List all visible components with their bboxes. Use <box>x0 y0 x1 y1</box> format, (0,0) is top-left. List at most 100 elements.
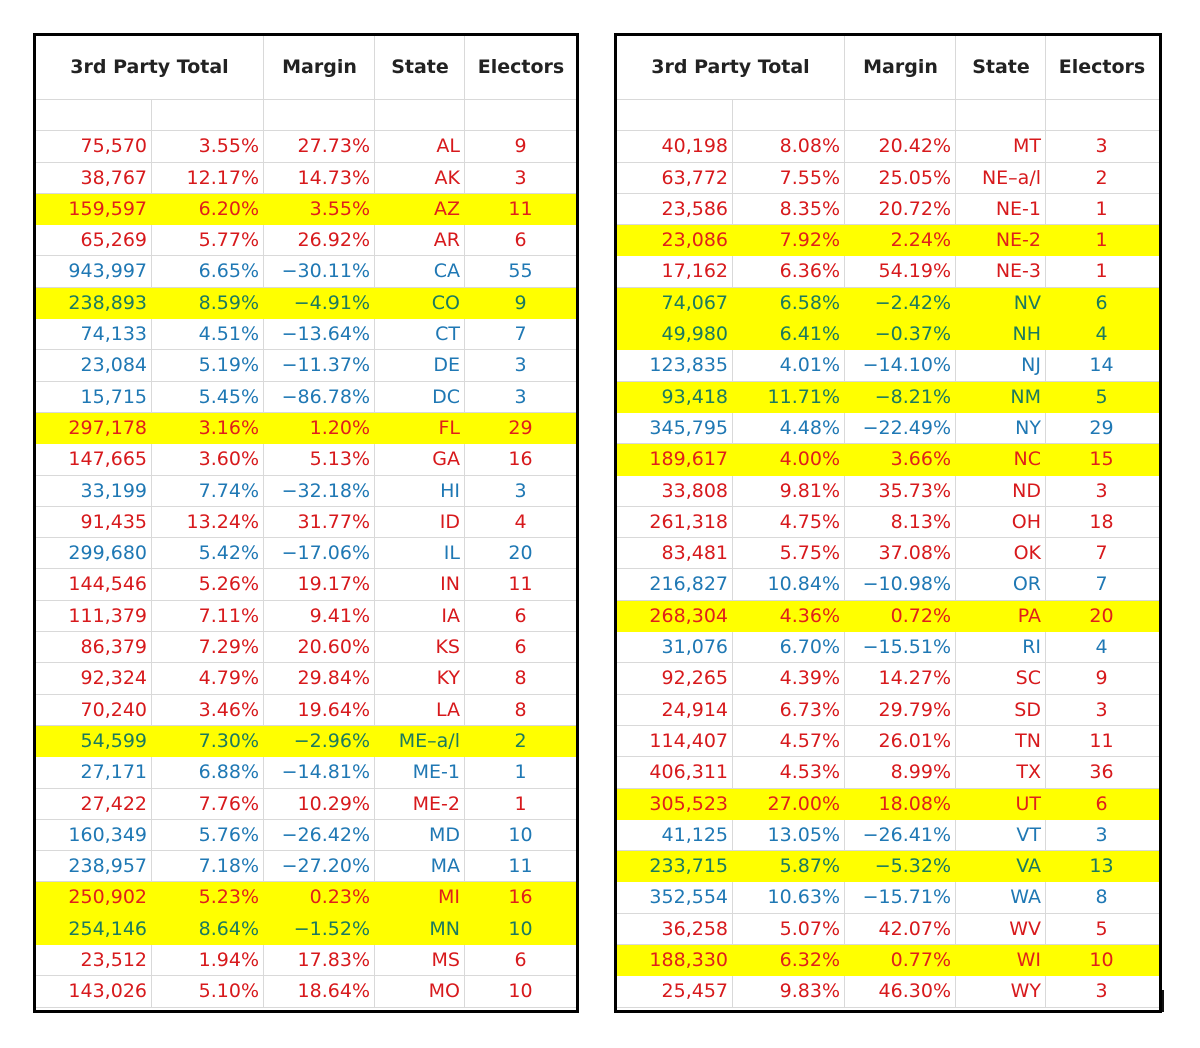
margin-cell[interactable]: −2.96% <box>263 725 374 757</box>
percent-cell[interactable]: 7.30% <box>151 725 263 757</box>
electors-cell[interactable]: 6 <box>464 945 576 977</box>
votes-cell[interactable]: 86,379 <box>36 632 151 663</box>
electors-cell[interactable]: 1 <box>464 788 576 820</box>
state-cell[interactable]: NE–a/l <box>955 162 1045 194</box>
votes-cell[interactable]: 299,680 <box>36 538 151 569</box>
state-cell[interactable]: MT <box>955 131 1045 163</box>
percent-cell[interactable]: 5.10% <box>151 976 263 1008</box>
percent-cell[interactable]: 11.71% <box>732 381 844 413</box>
margin-cell[interactable]: −11.37% <box>263 350 374 382</box>
electors-cell[interactable]: 11 <box>464 193 576 225</box>
percent-cell[interactable]: 7.55% <box>732 162 844 194</box>
state-cell[interactable]: ME-2 <box>374 788 464 820</box>
percent-cell[interactable]: 8.08% <box>732 131 844 163</box>
votes-cell[interactable]: 189,617 <box>617 444 732 475</box>
percent-cell[interactable]: 6.73% <box>732 694 844 726</box>
electors-cell[interactable]: 1 <box>1045 193 1157 225</box>
votes-cell[interactable]: 91,435 <box>36 507 151 538</box>
electors-cell[interactable]: 10 <box>1045 945 1157 977</box>
state-cell[interactable]: GA <box>374 444 464 476</box>
state-cell[interactable]: ID <box>374 506 464 538</box>
electors-cell[interactable]: 10 <box>464 913 576 945</box>
electors-cell[interactable]: 8 <box>1045 882 1157 914</box>
percent-cell[interactable]: 6.58% <box>732 287 844 319</box>
votes-cell[interactable]: 238,957 <box>36 851 151 882</box>
state-cell[interactable]: UT <box>955 788 1045 820</box>
electors-cell[interactable]: 11 <box>464 569 576 601</box>
votes-cell[interactable]: 38,767 <box>36 163 151 194</box>
percent-cell[interactable]: 12.17% <box>151 162 263 194</box>
margin-cell[interactable]: 9.41% <box>263 600 374 632</box>
state-cell[interactable]: NE-3 <box>955 256 1045 288</box>
margin-cell[interactable]: −26.41% <box>844 819 955 851</box>
percent-cell[interactable]: 4.39% <box>732 663 844 695</box>
votes-cell[interactable]: 111,379 <box>36 601 151 632</box>
votes-cell[interactable]: 92,324 <box>36 663 151 694</box>
percent-cell[interactable]: 4.01% <box>732 350 844 382</box>
state-cell[interactable]: LA <box>374 694 464 726</box>
percent-cell[interactable]: 6.70% <box>732 632 844 664</box>
percent-cell[interactable]: 4.51% <box>151 319 263 351</box>
state-cell[interactable]: NC <box>955 444 1045 476</box>
electors-cell[interactable]: 11 <box>1045 725 1157 757</box>
electors-cell[interactable]: 3 <box>464 162 576 194</box>
electors-cell[interactable]: 1 <box>1045 256 1157 288</box>
electors-cell[interactable]: 16 <box>464 882 576 914</box>
state-cell[interactable]: CT <box>374 319 464 351</box>
percent-cell[interactable]: 13.05% <box>732 819 844 851</box>
state-cell[interactable]: AZ <box>374 193 464 225</box>
state-cell[interactable]: TN <box>955 725 1045 757</box>
state-cell[interactable]: OK <box>955 538 1045 570</box>
votes-cell[interactable]: 83,481 <box>617 538 732 569</box>
electors-cell[interactable]: 55 <box>464 256 576 288</box>
votes-cell[interactable]: 943,997 <box>36 256 151 287</box>
electors-cell[interactable]: 6 <box>1045 788 1157 820</box>
votes-cell[interactable]: 261,318 <box>617 507 732 538</box>
state-cell[interactable]: WV <box>955 913 1045 945</box>
percent-cell[interactable]: 6.36% <box>732 256 844 288</box>
electors-cell[interactable]: 29 <box>464 412 576 444</box>
percent-cell[interactable]: 4.00% <box>732 444 844 476</box>
votes-cell[interactable]: 23,086 <box>617 225 732 256</box>
margin-cell[interactable]: 35.73% <box>844 475 955 507</box>
percent-cell[interactable]: 4.79% <box>151 663 263 695</box>
electors-cell[interactable]: 13 <box>1045 851 1157 883</box>
state-cell[interactable]: RI <box>955 632 1045 664</box>
electors-cell[interactable]: 7 <box>464 319 576 351</box>
cell[interactable] <box>464 100 576 131</box>
votes-cell[interactable]: 75,570 <box>36 131 151 162</box>
state-cell[interactable]: VA <box>955 851 1045 883</box>
state-cell[interactable]: SC <box>955 663 1045 695</box>
percent-cell[interactable]: 7.92% <box>732 225 844 257</box>
state-cell[interactable]: PA <box>955 600 1045 632</box>
percent-cell[interactable]: 10.63% <box>732 882 844 914</box>
percent-cell[interactable]: 5.77% <box>151 225 263 257</box>
percent-cell[interactable]: 5.45% <box>151 381 263 413</box>
margin-cell[interactable]: −17.06% <box>263 538 374 570</box>
margin-cell[interactable]: −86.78% <box>263 381 374 413</box>
votes-cell[interactable]: 238,893 <box>36 288 151 319</box>
margin-cell[interactable]: −15.71% <box>844 882 955 914</box>
votes-cell[interactable]: 268,304 <box>617 601 732 632</box>
margin-cell[interactable]: −1.52% <box>263 913 374 945</box>
margin-cell[interactable]: 20.42% <box>844 131 955 163</box>
votes-cell[interactable]: 23,586 <box>617 194 732 225</box>
state-cell[interactable]: WY <box>955 976 1045 1008</box>
percent-cell[interactable]: 4.48% <box>732 412 844 444</box>
state-cell[interactable]: OR <box>955 569 1045 601</box>
state-cell[interactable]: ME-1 <box>374 757 464 789</box>
margin-cell[interactable]: −2.42% <box>844 287 955 319</box>
percent-cell[interactable]: 27.00% <box>732 788 844 820</box>
votes-cell[interactable]: 297,178 <box>36 413 151 444</box>
votes-cell[interactable]: 23,512 <box>36 945 151 976</box>
votes-cell[interactable]: 216,827 <box>617 569 732 600</box>
votes-cell[interactable]: 33,808 <box>617 476 732 507</box>
electors-cell[interactable]: 1 <box>464 757 576 789</box>
electors-cell[interactable]: 6 <box>464 225 576 257</box>
percent-cell[interactable]: 8.59% <box>151 287 263 319</box>
percent-cell[interactable]: 6.88% <box>151 757 263 789</box>
margin-cell[interactable]: 20.72% <box>844 193 955 225</box>
margin-cell[interactable]: 46.30% <box>844 976 955 1008</box>
percent-cell[interactable]: 7.29% <box>151 632 263 664</box>
votes-cell[interactable]: 92,265 <box>617 663 732 694</box>
